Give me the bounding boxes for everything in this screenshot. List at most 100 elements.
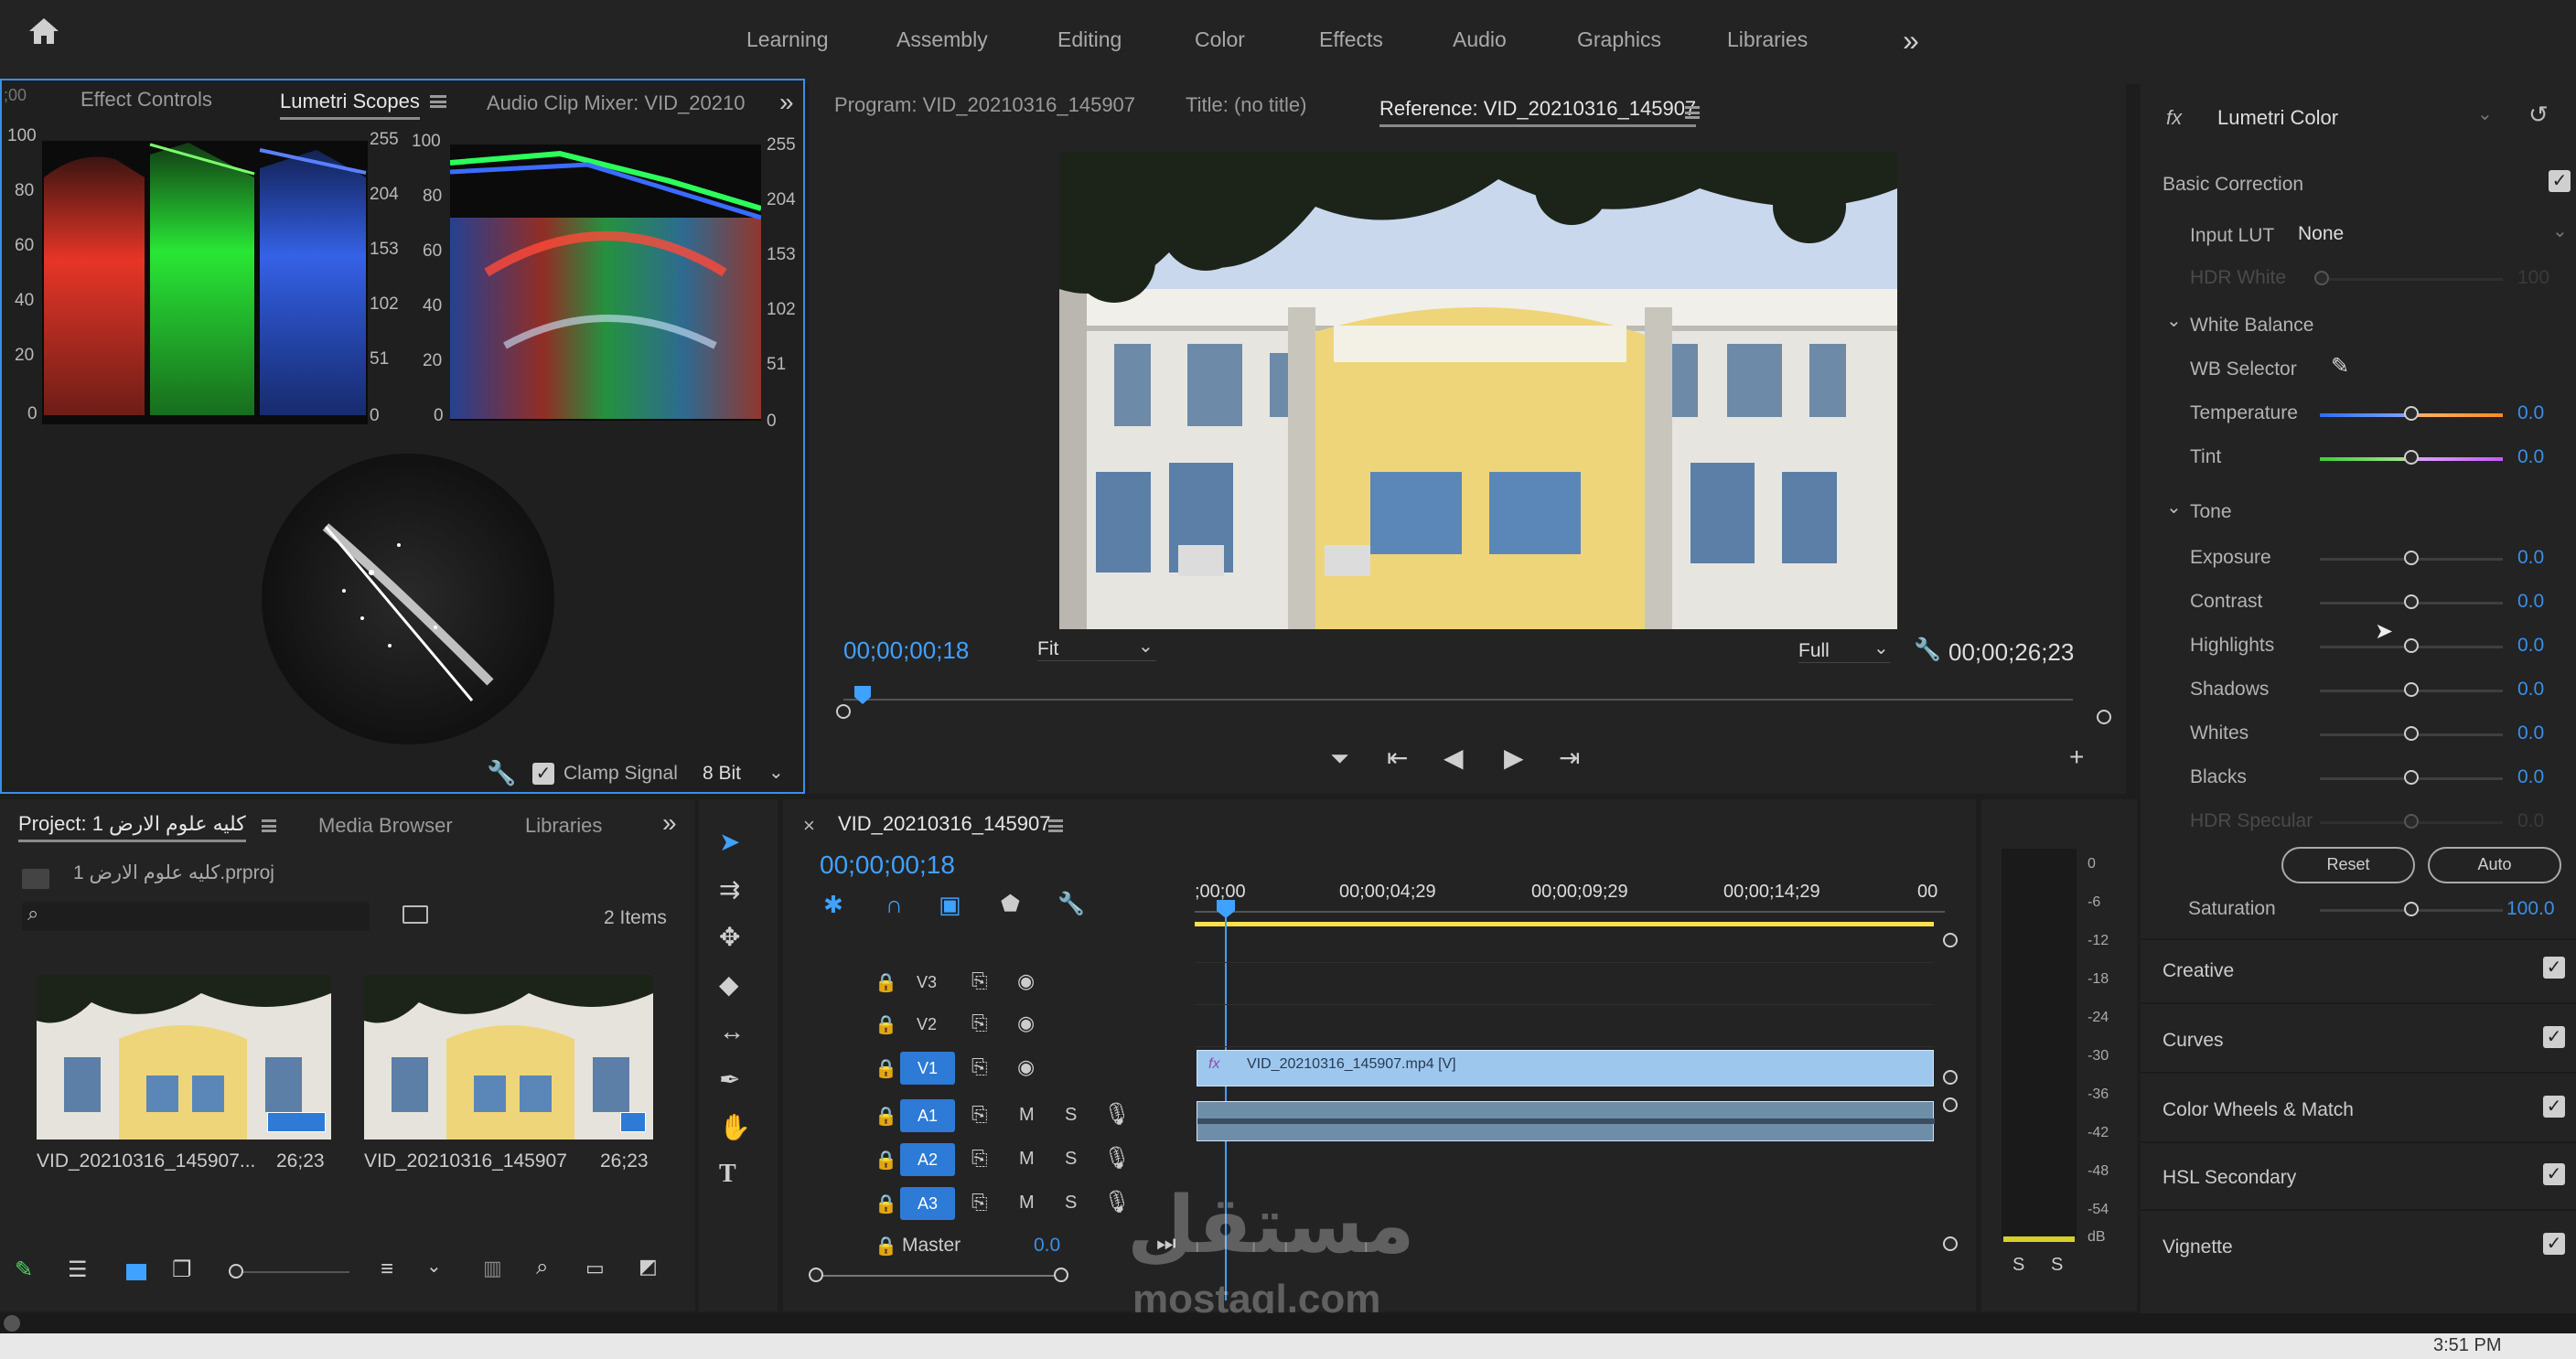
close-icon[interactable]: × [803,814,815,838]
wrench-icon[interactable]: 🔧 [487,759,516,787]
workspace-editing[interactable]: Editing [1057,27,1122,52]
slip-tool-icon[interactable]: ↔ [719,1017,745,1046]
saturation-knob[interactable] [2404,902,2419,916]
insert-icon[interactable]: ▣ [939,891,961,919]
zoom-start-handle[interactable] [809,1268,823,1282]
razor-tool-icon[interactable]: ◆ [719,969,739,1000]
project-clip-thumbnail[interactable] [37,975,331,1140]
workspace-graphics[interactable]: Graphics [1577,27,1661,52]
zoom-slider[interactable] [240,1271,349,1273]
contrast-knob[interactable] [2404,594,2419,609]
workspace-audio[interactable]: Audio [1453,27,1507,52]
workspace-libraries[interactable]: Libraries [1727,27,1808,52]
zoom-end-handle[interactable] [1054,1268,1068,1282]
tint-value[interactable]: 0.0 [2517,446,2544,468]
workspace-learning[interactable]: Learning [746,27,829,52]
reset-effect-icon[interactable]: ↺ [2528,101,2549,129]
microphone-icon[interactable]: 🎙 [1103,1101,1131,1128]
solo-button[interactable]: S [1065,1193,1077,1214]
hsl-secondary-header[interactable]: HSL Secondary [2163,1167,2296,1189]
time-ruler[interactable]: ;00;00 00;00;04;29 00;00;09;29 00;00;14;… [1195,878,1945,918]
color-wheels-checkbox[interactable]: ✓ [2543,1096,2565,1118]
add-marker-icon[interactable]: ⏷ [1330,744,1349,774]
panel-menu-icon[interactable] [430,95,446,108]
saturation-value[interactable]: 100.0 [2506,898,2555,920]
panel-overflow-icon[interactable]: » [779,88,794,117]
video-clip[interactable]: fx VID_20210316_145907.mp4 [V] [1197,1050,1934,1086]
tab-libraries[interactable]: Libraries [525,814,602,838]
go-to-out-icon[interactable]: ⇥ [1559,743,1580,773]
zoom-knob[interactable] [229,1264,243,1279]
lock-icon[interactable]: 🔒 [875,1105,897,1128]
curves-checkbox[interactable]: ✓ [2543,1026,2565,1048]
basic-correction-header[interactable]: Basic Correction [2163,174,2303,196]
tint-knob[interactable] [2404,450,2419,465]
hand-tool-icon[interactable]: ✋ [719,1112,751,1142]
white-balance-header[interactable]: White Balance [2190,315,2313,337]
track-target-a2[interactable]: A2 [900,1143,955,1176]
temperature-knob[interactable] [2404,406,2419,421]
tone-header[interactable]: Tone [2190,501,2232,523]
lock-icon[interactable]: 🔒 [875,1057,897,1080]
solo-left-button[interactable]: S [2012,1255,2024,1276]
exposure-value[interactable]: 0.0 [2517,547,2544,569]
automate-icon[interactable]: ▥ [483,1257,502,1280]
creative-header[interactable]: Creative [2163,960,2234,982]
workspace-assembly[interactable]: Assembly [896,27,988,52]
panel-overflow-icon[interactable]: » [662,808,677,838]
track-select-tool-icon[interactable]: ⇉ [719,874,740,904]
track-target-a1[interactable]: A1 [900,1099,955,1132]
track-scroll-handle[interactable] [1943,1070,1958,1085]
master-value[interactable]: 0.0 [1034,1235,1060,1257]
type-tool-icon[interactable]: T [719,1160,736,1189]
program-scrubber[interactable] [843,682,2073,704]
shadows-value[interactable]: 0.0 [2517,679,2544,701]
search-field[interactable] [22,902,370,931]
sync-lock-icon[interactable]: ⎘ [971,1011,988,1035]
out-point-handle[interactable] [2097,710,2111,724]
eye-icon[interactable]: ◉ [1017,1011,1035,1035]
whites-value[interactable]: 0.0 [2517,722,2544,744]
solo-button[interactable]: S [1065,1105,1077,1126]
ripple-edit-tool-icon[interactable]: ✥ [719,922,740,952]
home-icon[interactable] [24,13,64,53]
effect-select[interactable]: Lumetri Color [2217,106,2338,130]
panel-menu-icon[interactable] [262,819,276,832]
sync-lock-icon[interactable]: ⎘ [971,1147,988,1171]
mute-button[interactable]: M [1019,1105,1035,1126]
chevron-down-icon[interactable]: ⌄ [426,1255,442,1278]
highlights-value[interactable]: 0.0 [2517,635,2544,657]
solo-right-button[interactable]: S [2051,1255,2063,1276]
workspace-color[interactable]: Color [1195,27,1245,52]
pencil-icon[interactable]: ✎ [15,1257,33,1283]
track-target-a3[interactable]: A3 [900,1187,955,1220]
add-button-icon[interactable]: + [2069,743,2084,772]
mute-button[interactable]: M [1019,1149,1035,1170]
timeline-timecode[interactable]: 00;00;00;18 [820,851,955,880]
curves-header[interactable]: Curves [2163,1030,2224,1052]
timeline-wrench-icon[interactable]: 🔧 [1057,891,1085,917]
input-lut-select[interactable]: None [2298,223,2344,245]
sync-lock-icon[interactable]: ⎘ [971,1103,988,1127]
work-area-bar[interactable] [1195,922,1934,926]
timeline-zoom-bar[interactable] [812,1275,1065,1277]
blacks-value[interactable]: 0.0 [2517,766,2544,788]
tab-project[interactable]: Project: كليه علوم الارض 1 [18,812,246,842]
eye-icon[interactable]: ◉ [1017,969,1035,993]
new-bin-icon[interactable] [402,905,428,924]
exposure-knob[interactable] [2404,551,2419,565]
workspace-more-icon[interactable]: » [1903,24,1919,58]
chevron-down-icon[interactable]: ⌄ [2166,496,2182,519]
play-icon[interactable]: ▶ [1504,743,1524,773]
sync-lock-icon[interactable]: ⎘ [971,1191,988,1215]
tab-program[interactable]: Program: VID_20210316_145907 [834,93,1135,117]
sync-lock-icon[interactable]: ⎘ [971,1055,988,1079]
panel-menu-icon[interactable] [1048,819,1063,832]
linked-selection-icon[interactable]: ∩ [886,891,903,919]
audio-clip[interactable] [1197,1101,1935,1141]
tab-title[interactable]: Title: (no title) [1186,93,1306,117]
eyedropper-icon[interactable]: ✎ [2331,353,2349,380]
go-to-in-icon[interactable]: ⇤ [1387,743,1408,773]
track-scroll-handle[interactable] [1943,933,1958,947]
reset-button[interactable]: Reset [2281,847,2415,883]
